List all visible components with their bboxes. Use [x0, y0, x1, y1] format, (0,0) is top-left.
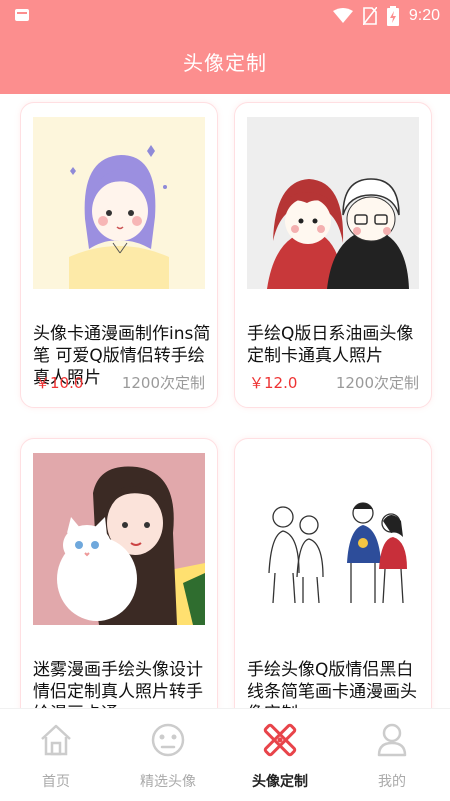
product-image[interactable]: [33, 117, 205, 289]
tab-featured-avatars[interactable]: 精选头像: [112, 709, 224, 801]
product-card[interactable]: 手绘头像Q版情侣黑白线条简笔画卡通漫画头像定制: [234, 438, 432, 708]
product-title: 手绘头像Q版情侣黑白线条简笔画卡通漫画头像定制: [247, 660, 417, 708]
notification-icon: [15, 9, 29, 21]
wifi-icon: [332, 8, 353, 23]
product-title: 手绘Q版日系油画头像定制卡通真人照片: [247, 324, 414, 366]
tab-avatar-custom-label: 头像定制: [252, 774, 308, 790]
product-sold-count: 1200次定制: [121, 374, 205, 392]
product-price: ￥12.0: [249, 374, 298, 392]
tab-home[interactable]: 首页: [0, 709, 112, 801]
product-sold-count: 1200次定制: [335, 374, 419, 392]
tab-featured-label: 精选头像: [140, 774, 196, 790]
product-title: 迷雾漫画手绘头像设计情侣定制真人照片转手绘漫画卡通: [33, 660, 203, 708]
no-sim-icon: [362, 7, 377, 25]
product-image[interactable]: [33, 453, 205, 625]
product-grid[interactable]: 头像卡通漫画制作ins简笔 可爱Q版情侣转手绘真人照片 ￥10.0 1200次定…: [0, 94, 450, 708]
product-image[interactable]: [247, 453, 419, 625]
face-icon: [151, 723, 185, 757]
tab-avatar-custom[interactable]: 头像定制: [224, 709, 336, 801]
tab-home-label: 首页: [42, 774, 70, 790]
pen-ruler-icon: [263, 723, 297, 757]
status-bar: 9:20: [0, 0, 450, 32]
app-bar: 头像定制: [0, 32, 450, 94]
tab-mine-label: 我的: [378, 774, 406, 790]
status-time: 9:20: [408, 7, 440, 24]
product-price: ￥10.0: [35, 374, 84, 392]
product-image[interactable]: [247, 117, 419, 289]
tab-mine[interactable]: 我的: [336, 709, 448, 801]
home-icon: [41, 724, 71, 756]
page-title: 头像定制: [183, 51, 267, 75]
product-card[interactable]: 手绘Q版日系油画头像定制卡通真人照片 ￥12.0 1200次定制: [234, 102, 432, 408]
battery-charging-icon: [386, 6, 399, 26]
person-icon: [377, 723, 407, 757]
bottom-tab-bar: 首页 精选头像 头像定制 我的: [0, 708, 450, 801]
product-card[interactable]: 迷雾漫画手绘头像设计情侣定制真人照片转手绘漫画卡通: [20, 438, 218, 708]
product-card[interactable]: 头像卡通漫画制作ins简笔 可爱Q版情侣转手绘真人照片 ￥10.0 1200次定…: [20, 102, 218, 408]
